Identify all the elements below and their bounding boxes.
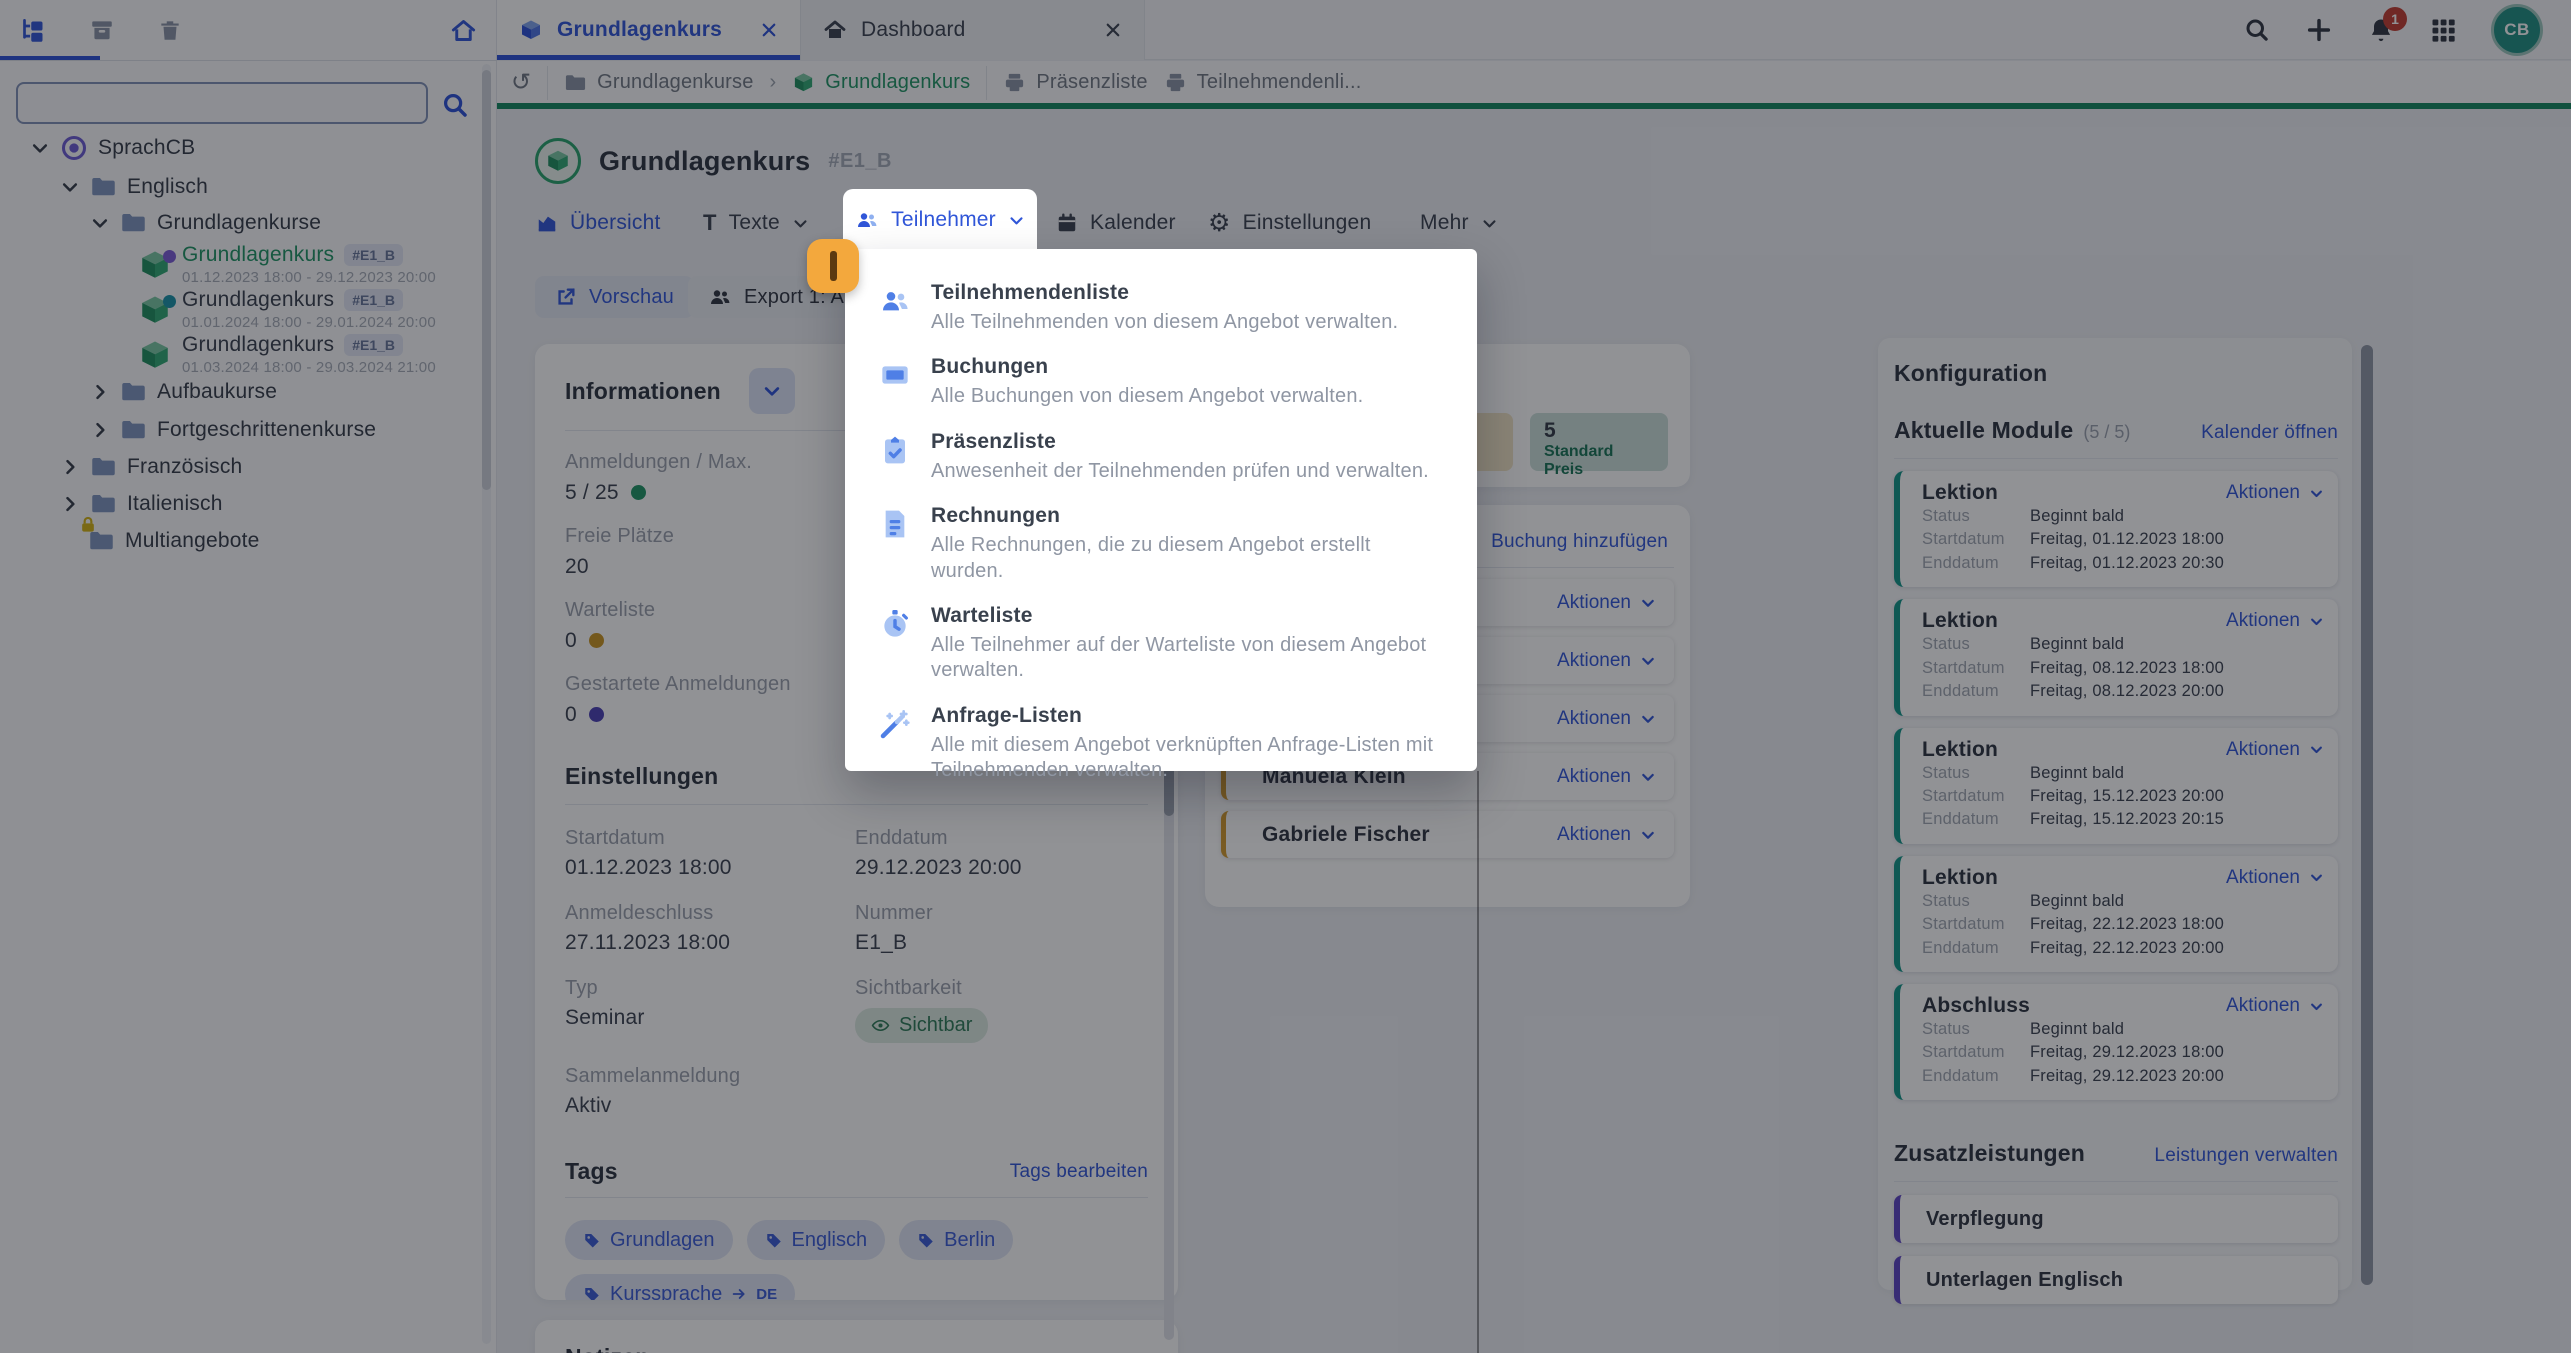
app-screen: SprachCB Englisch Grundlagenkurse Grundl… (0, 0, 2571, 1353)
menu-item-title: Anfrage-Listen (931, 704, 1436, 728)
menu-item-desc: Anwesenheit der Teilnehmenden prüfen und… (931, 459, 1429, 484)
cursor-indicator (807, 239, 859, 293)
menu-item-teilnehmendenliste[interactable]: Teilnehmendenliste Alle Teilnehmenden vo… (845, 271, 1477, 345)
magic-wand-icon (879, 704, 913, 784)
backdrop-edge (1477, 771, 1479, 1353)
stopwatch-icon (879, 604, 913, 684)
participants-icon (879, 281, 913, 335)
menu-item-title: Teilnehmendenliste (931, 281, 1398, 305)
menu-item-buchungen[interactable]: Buchungen Alle Buchungen von diesem Ange… (845, 345, 1477, 419)
menu-item-desc: Alle mit diesem Angebot verknüpften Anfr… (931, 733, 1436, 784)
tab-label: Teilnehmer (891, 208, 996, 232)
menu-item-title: Präsenzliste (931, 430, 1429, 454)
menu-item-title: Buchungen (931, 355, 1363, 379)
attendance-icon (879, 430, 913, 484)
menu-item-desc: Alle Teilnehmer auf der Warteliste von d… (931, 633, 1436, 684)
menu-item-praesenzliste[interactable]: Präsenzliste Anwesenheit der Teilnehmend… (845, 420, 1477, 494)
menu-item-warteliste[interactable]: Warteliste Alle Teilnehmer auf der Warte… (845, 594, 1477, 694)
menu-item-desc: Alle Buchungen von diesem Angebot verwal… (931, 384, 1363, 409)
bookings-icon (879, 355, 913, 409)
menu-item-desc: Alle Rechnungen, die zu diesem Angebot e… (931, 533, 1436, 584)
menu-item-desc: Alle Teilnehmenden von diesem Angebot ve… (931, 310, 1398, 335)
menu-item-title: Rechnungen (931, 504, 1436, 528)
teilnehmer-dropdown-menu: Teilnehmendenliste Alle Teilnehmenden vo… (845, 249, 1477, 771)
menu-item-title: Warteliste (931, 604, 1436, 628)
tab-teilnehmer-active[interactable]: Teilnehmer (843, 189, 1037, 251)
menu-item-rechnungen[interactable]: Rechnungen Alle Rechnungen, die zu diese… (845, 494, 1477, 594)
menu-item-anfrage-listen[interactable]: Anfrage-Listen Alle mit diesem Angebot v… (845, 694, 1477, 794)
invoice-icon (879, 504, 913, 584)
